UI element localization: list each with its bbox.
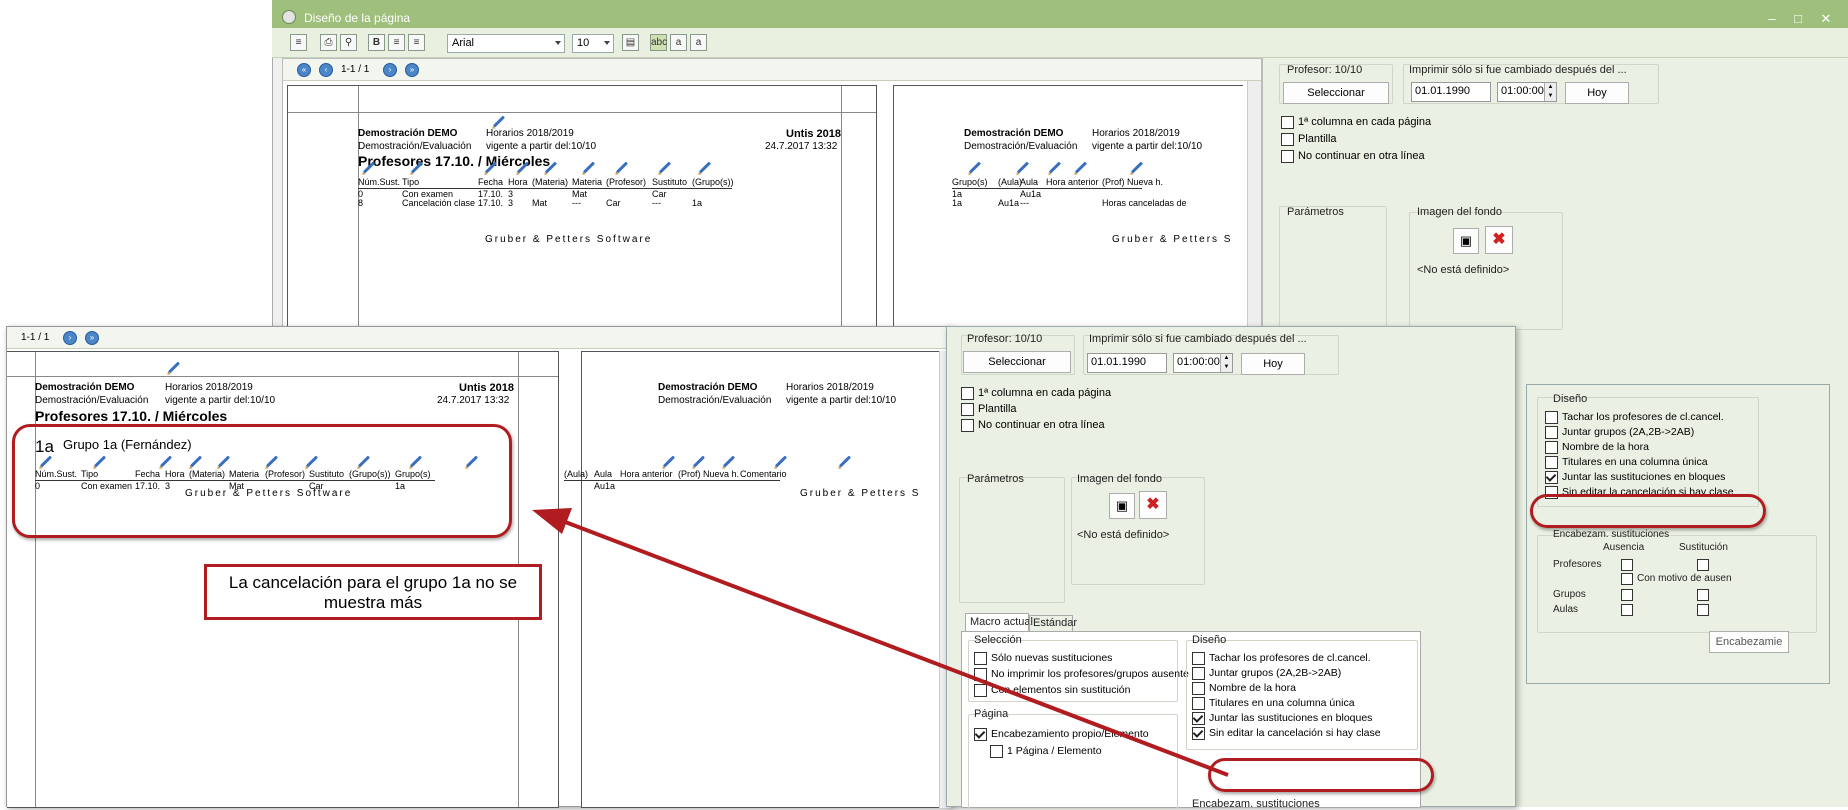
- callout-text: La cancelación para el grupo 1a no se mu…: [228, 573, 518, 612]
- annotation-callout: La cancelación para el grupo 1a no se mu…: [204, 564, 542, 620]
- annotation-arrow: [532, 508, 1229, 777]
